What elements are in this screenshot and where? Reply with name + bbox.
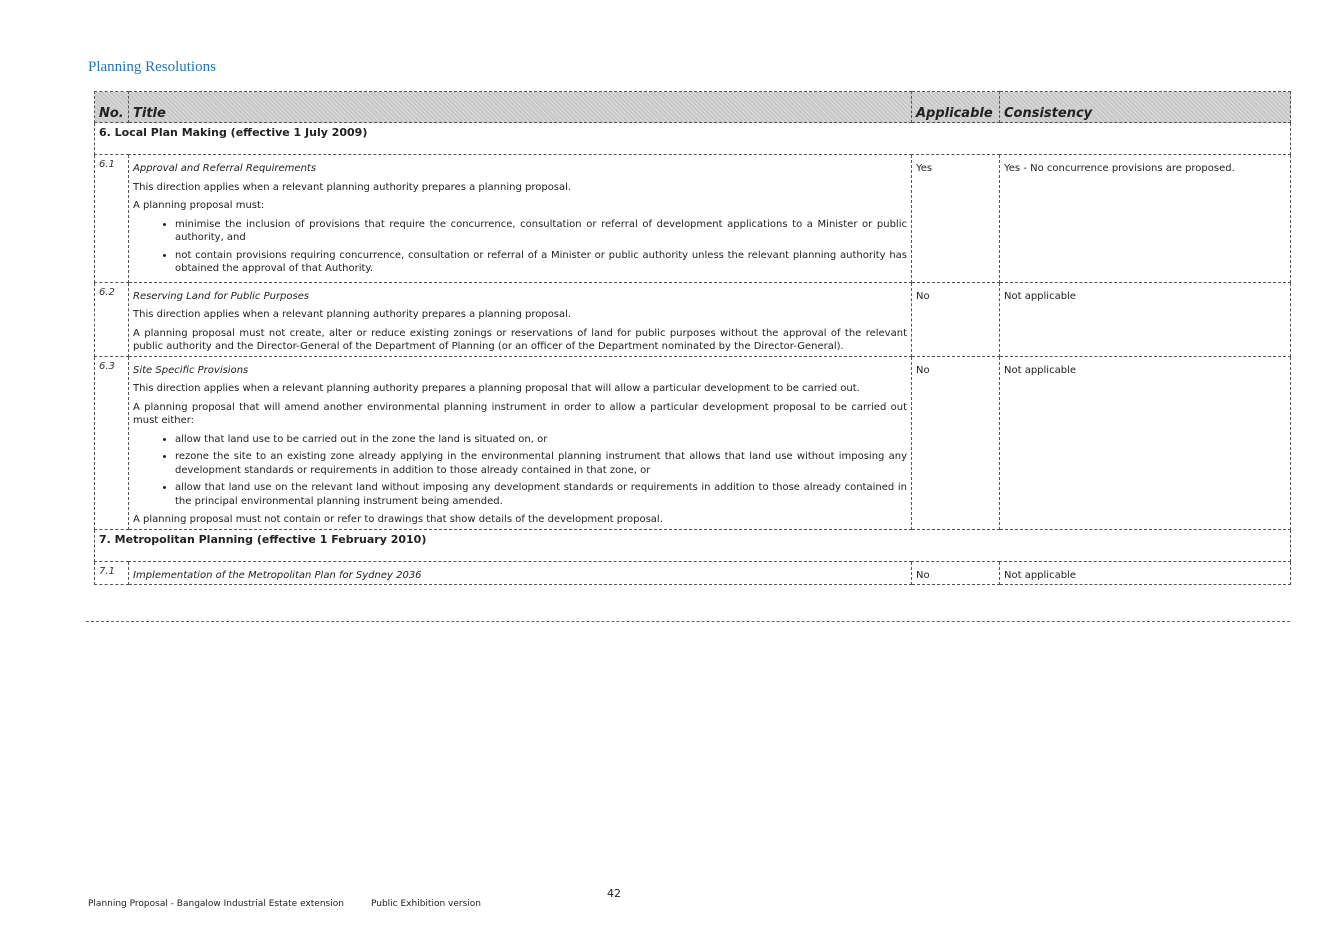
table-header-row: No. Title Applicable Consistency bbox=[94, 91, 1291, 123]
row-consistency: Yes - No concurrence provisions are prop… bbox=[999, 154, 1291, 283]
row-closing-paragraph: A planning proposal must not contain or … bbox=[133, 514, 663, 525]
row-title-cell: Site Specific Provisions This direction a… bbox=[128, 355, 912, 530]
row-applicable: Yes bbox=[911, 154, 1000, 283]
row-title: Approval and Referral Requirements bbox=[133, 163, 317, 174]
header-applicable: Applicable bbox=[911, 91, 1000, 123]
row-title: Reserving Land for Public Purposes bbox=[133, 290, 310, 302]
row-paragraph: A planning proposal must not create, alt… bbox=[133, 327, 907, 353]
row-paragraph: This direction applies when a relevant p… bbox=[133, 181, 572, 193]
table-row: 6.2 Reserving Land for Public Purposes Thi… bbox=[94, 281, 1291, 357]
row-title: Implementation of the Metropolitan Plan … bbox=[133, 569, 422, 581]
footer-document-title: Planning Proposal - Bangalow Industrial … bbox=[88, 899, 344, 909]
row-applicable: No bbox=[911, 355, 1000, 530]
table-row: 6.3 Site Specific Provisions This directio… bbox=[94, 355, 1291, 530]
footer-version: Public Exhibition version bbox=[371, 899, 481, 909]
page-number: 42 bbox=[607, 887, 621, 900]
row-number: 6.1 bbox=[94, 154, 129, 283]
row-consistency: Not applicable bbox=[999, 355, 1291, 530]
row-bullet-item: rezone the site to an existing zone alre… bbox=[175, 450, 907, 477]
row-paragraph: A planning proposal must: bbox=[133, 200, 265, 211]
row-applicable: No bbox=[911, 281, 1000, 357]
row-bullet-item: allow that land use on the relevant land… bbox=[175, 481, 907, 508]
row-number: 6.2 bbox=[94, 281, 129, 357]
header-no: No. bbox=[94, 91, 129, 123]
row-applicable: No bbox=[911, 560, 1000, 585]
row-bullet-list: allow that land use to be carried out in… bbox=[133, 433, 907, 509]
table-body: 6. Local Plan Making (effective 1 July 2… bbox=[94, 122, 1291, 585]
row-consistency: Not applicable bbox=[999, 560, 1291, 585]
section-title: 7. Metropolitan Planning (effective 1 Fe… bbox=[94, 528, 1291, 562]
row-paragraph: A planning proposal that will amend anot… bbox=[133, 401, 907, 427]
table-end-divider bbox=[86, 621, 1290, 622]
row-title-cell: Implementation of the Metropolitan Plan … bbox=[128, 560, 912, 585]
row-paragraph: This direction applies when a relevant p… bbox=[133, 383, 860, 394]
row-number: 6.3 bbox=[94, 355, 129, 530]
row-bullet-item: minimise the inclusion of provisions tha… bbox=[175, 218, 907, 245]
row-number: 7.1 bbox=[94, 560, 129, 585]
page-title: Planning Resolutions bbox=[88, 59, 216, 75]
row-consistency: Not applicable bbox=[999, 281, 1291, 357]
row-title-cell: Reserving Land for Public Purposes This d… bbox=[128, 281, 912, 357]
header-title: Title bbox=[128, 91, 912, 123]
row-bullet-list: minimise the inclusion of provisions tha… bbox=[133, 218, 907, 276]
row-title: Site Specific Provisions bbox=[133, 364, 249, 376]
row-title-cell: Approval and Referral Requirements This d… bbox=[128, 154, 912, 283]
header-consistency: Consistency bbox=[999, 91, 1291, 123]
section-title: 6. Local Plan Making (effective 1 July 2… bbox=[94, 122, 1291, 155]
table-row: 6.1 Approval and Referral Requirements Thi… bbox=[94, 154, 1291, 283]
row-bullet-item: allow that land use to be carried out in… bbox=[175, 433, 907, 447]
table-row: 7.1 Implementation of the Metropolitan Pl… bbox=[94, 560, 1291, 585]
section-header-row: 7. Metropolitan Planning (effective 1 Fe… bbox=[94, 528, 1291, 562]
row-bullet-item: not contain provisions requiring concurr… bbox=[175, 249, 907, 276]
section-header-row: 6. Local Plan Making (effective 1 July 2… bbox=[94, 122, 1291, 155]
row-paragraph: This direction applies when a relevant p… bbox=[133, 309, 572, 320]
planning-resolutions-table: No. Title Applicable Consistency 6. Loca… bbox=[94, 91, 1291, 585]
